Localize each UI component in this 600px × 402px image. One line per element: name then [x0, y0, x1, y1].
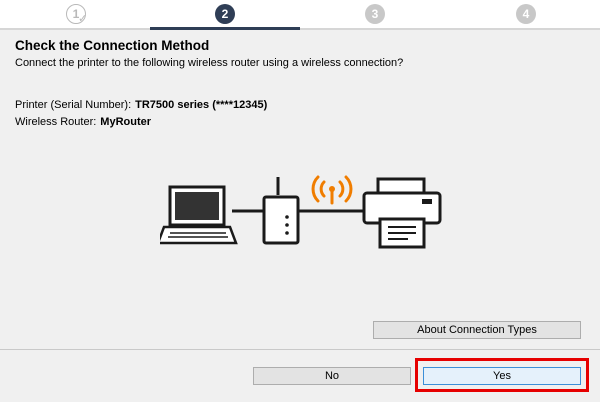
- step-track: [0, 28, 600, 30]
- about-connection-types-button[interactable]: About Connection Types: [373, 321, 581, 339]
- wifi-signal-icon: [311, 175, 353, 205]
- router-value: MyRouter: [100, 116, 152, 128]
- page-subtitle: Connect the printer to the following wir…: [15, 57, 404, 69]
- step-progress-bar: 1 ✓ 2 3 4: [0, 0, 600, 30]
- step-4-label: 4: [522, 7, 530, 21]
- router-info-row: Wireless Router: MyRouter: [15, 116, 151, 128]
- step-track-active: [150, 27, 300, 30]
- step-3: 3: [365, 4, 385, 24]
- yes-button-highlight: [415, 358, 589, 392]
- step-2-label: 2: [221, 7, 229, 21]
- no-button[interactable]: No: [253, 367, 411, 385]
- page-title: Check the Connection Method: [15, 38, 210, 53]
- printer-label: Printer (Serial Number):: [15, 99, 132, 111]
- step-4: 4: [516, 4, 536, 24]
- step-2-current: 2: [215, 4, 235, 24]
- printer-icon: [362, 177, 442, 249]
- printer-info-row: Printer (Serial Number): TR7500 series (*…: [15, 99, 267, 111]
- checkmark-icon: ✓: [78, 13, 88, 25]
- laptop-icon: [160, 185, 238, 245]
- footer-divider: [0, 349, 600, 350]
- connection-diagram: [160, 175, 442, 249]
- step-3-label: 3: [371, 7, 379, 21]
- router-icon: [262, 177, 300, 245]
- printer-value: TR7500 series (****12345): [135, 99, 268, 111]
- router-label: Wireless Router:: [15, 116, 97, 128]
